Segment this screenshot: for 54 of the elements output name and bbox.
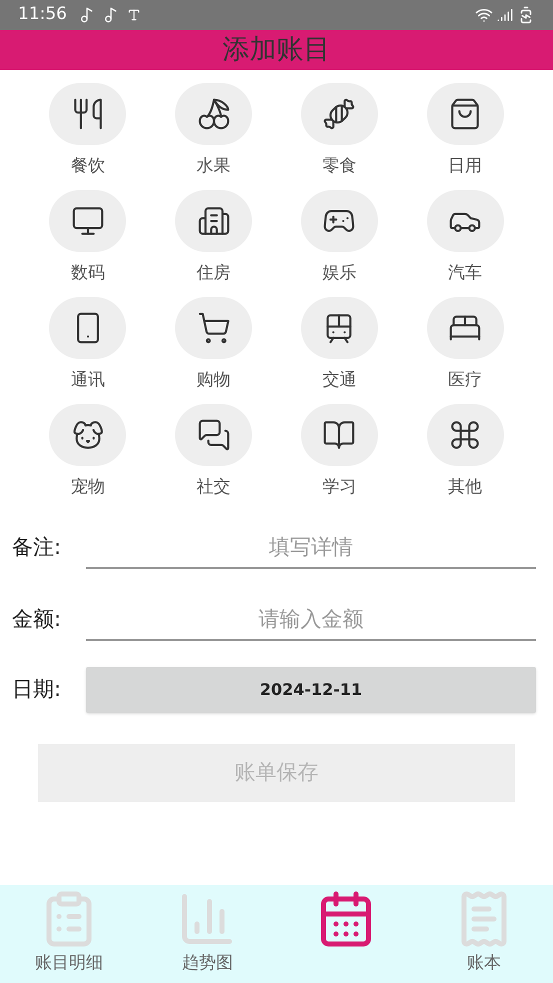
dog-icon bbox=[70, 418, 105, 452]
note-icon bbox=[79, 7, 95, 23]
category-label: 学习 bbox=[322, 476, 356, 499]
category-button[interactable]: 日用 bbox=[402, 83, 528, 178]
category-label: 住房 bbox=[196, 262, 231, 285]
category-label: 社交 bbox=[196, 476, 231, 499]
category-button[interactable]: 交通 bbox=[276, 297, 402, 392]
category-button[interactable]: 社交 bbox=[150, 404, 276, 499]
category-label: 餐饮 bbox=[70, 155, 105, 178]
category-button[interactable]: 其他 bbox=[402, 404, 528, 499]
signal-icon bbox=[497, 7, 513, 23]
computer-icon bbox=[70, 204, 105, 238]
category-label: 交通 bbox=[322, 369, 356, 392]
cart-icon bbox=[196, 311, 231, 345]
category-label: 汽车 bbox=[448, 262, 482, 285]
note-label: 备注: bbox=[12, 534, 62, 560]
header-title: 添加账目 bbox=[222, 32, 330, 67]
nav-tab[interactable]: 趋势图 bbox=[138, 885, 276, 983]
category-label: 零食 bbox=[322, 155, 356, 178]
status-time: 11:56 bbox=[18, 3, 67, 26]
category-button[interactable]: 娱乐 bbox=[276, 190, 402, 285]
category-label: 购物 bbox=[196, 369, 231, 392]
candy-icon bbox=[322, 97, 356, 131]
category-label: 水果 bbox=[196, 155, 231, 178]
note-icon bbox=[103, 7, 119, 23]
category-button[interactable]: 汽车 bbox=[402, 190, 528, 285]
category-button[interactable]: 水果 bbox=[150, 83, 276, 178]
nav-tab[interactable]: 账本 bbox=[414, 885, 553, 983]
nav-tab[interactable]: 账目明细 bbox=[0, 885, 138, 983]
date-label: 日期: bbox=[12, 676, 62, 704]
category-label: 日用 bbox=[448, 155, 482, 178]
amount-field[interactable]: 请输入金额 bbox=[86, 599, 536, 641]
category-label: 娱乐 bbox=[322, 262, 356, 285]
cherry-icon bbox=[196, 97, 231, 131]
category-button[interactable]: 学习 bbox=[276, 404, 402, 499]
category-label: 医疗 bbox=[448, 369, 482, 392]
amount-label: 金额: bbox=[12, 606, 62, 632]
category-button[interactable]: 购物 bbox=[150, 297, 276, 392]
category-button[interactable]: 数码 bbox=[25, 190, 151, 285]
category-button[interactable]: 通讯 bbox=[25, 297, 151, 392]
category-button[interactable]: 零食 bbox=[276, 83, 402, 178]
category-label: 其他 bbox=[448, 476, 482, 499]
category-label: 宠物 bbox=[70, 476, 105, 499]
category-button[interactable]: 医疗 bbox=[402, 297, 528, 392]
date-button[interactable]: 2024-12-11 bbox=[86, 667, 536, 713]
wifi-icon bbox=[475, 6, 493, 24]
category-label: 通讯 bbox=[70, 369, 105, 392]
note-field[interactable]: 填写详情 bbox=[86, 527, 536, 569]
category-button[interactable]: 餐饮 bbox=[25, 83, 151, 178]
chat-icon bbox=[196, 418, 231, 452]
category-label: 数码 bbox=[70, 262, 105, 285]
category-button[interactable]: 住房 bbox=[150, 190, 276, 285]
category-button[interactable]: 宠物 bbox=[25, 404, 151, 499]
building-icon bbox=[196, 204, 231, 238]
